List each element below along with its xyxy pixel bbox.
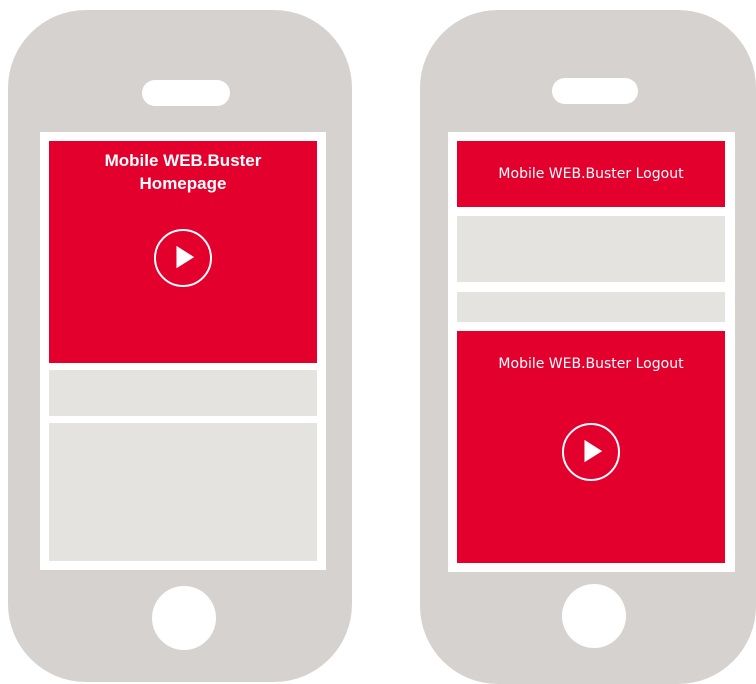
play-icon — [176, 245, 195, 269]
phone-right: Mobile WEB.Buster Logout Mobile WEB.Bust… — [420, 10, 756, 684]
home-button[interactable] — [562, 584, 626, 648]
play-icon — [584, 439, 603, 463]
ad-title-line2: Homepage — [139, 174, 227, 193]
content-placeholder-small — [49, 370, 317, 416]
video-ad-title: Mobile WEB.Buster Logout — [498, 356, 684, 372]
banner-title: Mobile WEB.Buster Logout — [498, 166, 684, 182]
ad-title: Mobile WEB.Buster Homepage — [49, 149, 317, 195]
content-placeholder-large — [49, 423, 317, 561]
speaker-slot — [142, 80, 230, 106]
phone-screen: Mobile WEB.Buster Homepage — [40, 132, 326, 570]
play-button[interactable] — [154, 229, 212, 287]
speaker-slot — [552, 78, 638, 104]
content-placeholder-thin — [457, 292, 725, 322]
home-button[interactable] — [152, 586, 216, 650]
phone-screen: Mobile WEB.Buster Logout Mobile WEB.Bust… — [448, 132, 735, 572]
content-placeholder-top — [457, 216, 725, 282]
phone-left: Mobile WEB.Buster Homepage — [8, 10, 352, 682]
play-button[interactable] — [562, 423, 620, 481]
ad-title-line1: Mobile WEB.Buster — [104, 151, 262, 170]
logout-ad-video[interactable]: Mobile WEB.Buster Logout — [457, 331, 725, 563]
logout-ad-banner[interactable]: Mobile WEB.Buster Logout — [457, 141, 725, 207]
homepage-ad-banner[interactable]: Mobile WEB.Buster Homepage — [49, 141, 317, 363]
